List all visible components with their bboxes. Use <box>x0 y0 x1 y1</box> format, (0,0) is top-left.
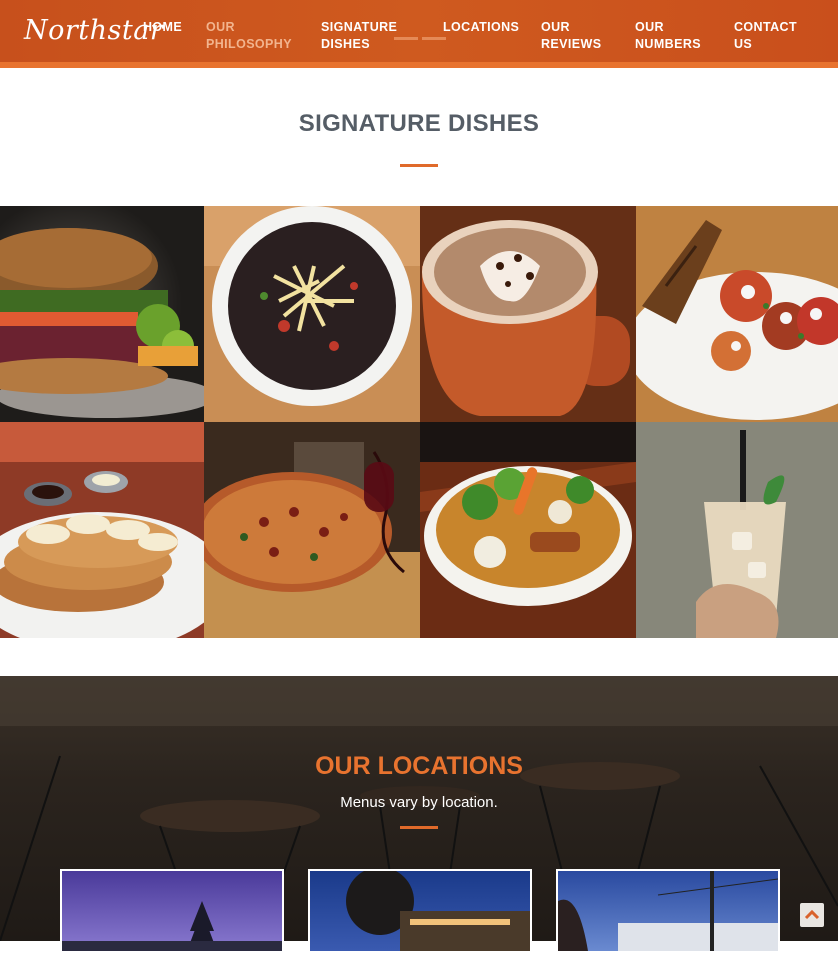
location-photo-tree-night <box>62 871 282 951</box>
dish-tile-iced-coffee[interactable] <box>636 422 838 638</box>
location-card[interactable] <box>60 869 284 953</box>
burger-photo <box>0 206 204 422</box>
section-title: SIGNATURE DISHES <box>298 110 540 137</box>
location-card[interactable] <box>556 869 780 953</box>
location-photo-storefront <box>310 871 530 951</box>
nav-signature-dishes[interactable]: SIGNATURE DISHES <box>321 19 397 53</box>
chevron-up-icon <box>804 909 820 920</box>
nav-locations[interactable]: LOCATIONS <box>443 19 519 36</box>
location-photo-building <box>558 871 778 951</box>
title-underline <box>400 164 438 167</box>
nav-active-indicator <box>422 37 446 40</box>
dish-tile-bean-bowl[interactable] <box>204 206 420 422</box>
pancakes-photo <box>0 422 204 638</box>
scroll-to-top-button[interactable] <box>800 903 824 927</box>
iced-coffee-photo <box>636 422 838 638</box>
nav-our-reviews[interactable]: OUR REVIEWS <box>541 19 601 53</box>
navbar-stripe <box>0 62 838 68</box>
location-card[interactable] <box>308 869 532 953</box>
dish-tile-burger[interactable] <box>0 206 204 422</box>
dish-tile-pizza[interactable] <box>204 422 420 638</box>
dish-tile-veggie-bowl[interactable] <box>420 422 636 638</box>
dish-tile-pancakes[interactable] <box>0 422 204 638</box>
locations-underline <box>400 826 438 829</box>
nav-active-indicator <box>394 37 418 40</box>
dish-tile-hot-chocolate[interactable] <box>420 206 636 422</box>
hot-chocolate-photo <box>420 206 636 422</box>
nav-our-numbers[interactable]: OUR NUMBERS <box>635 19 701 53</box>
nav-contact-us[interactable]: CONTACT US <box>734 19 797 53</box>
nav-home[interactable]: HOME <box>143 19 182 36</box>
dish-tile-tomato-salad[interactable] <box>636 206 838 422</box>
veggie-bowl-photo <box>420 422 636 638</box>
bean-bowl-photo <box>204 206 420 422</box>
locations-title: OUR LOCATIONS <box>315 752 523 780</box>
nav-our-philosophy[interactable]: OUR PHILOSOPHY <box>206 19 292 53</box>
pizza-photo <box>204 422 420 638</box>
tomato-salad-photo <box>636 206 838 422</box>
locations-subtitle: Menus vary by location. <box>340 794 498 811</box>
